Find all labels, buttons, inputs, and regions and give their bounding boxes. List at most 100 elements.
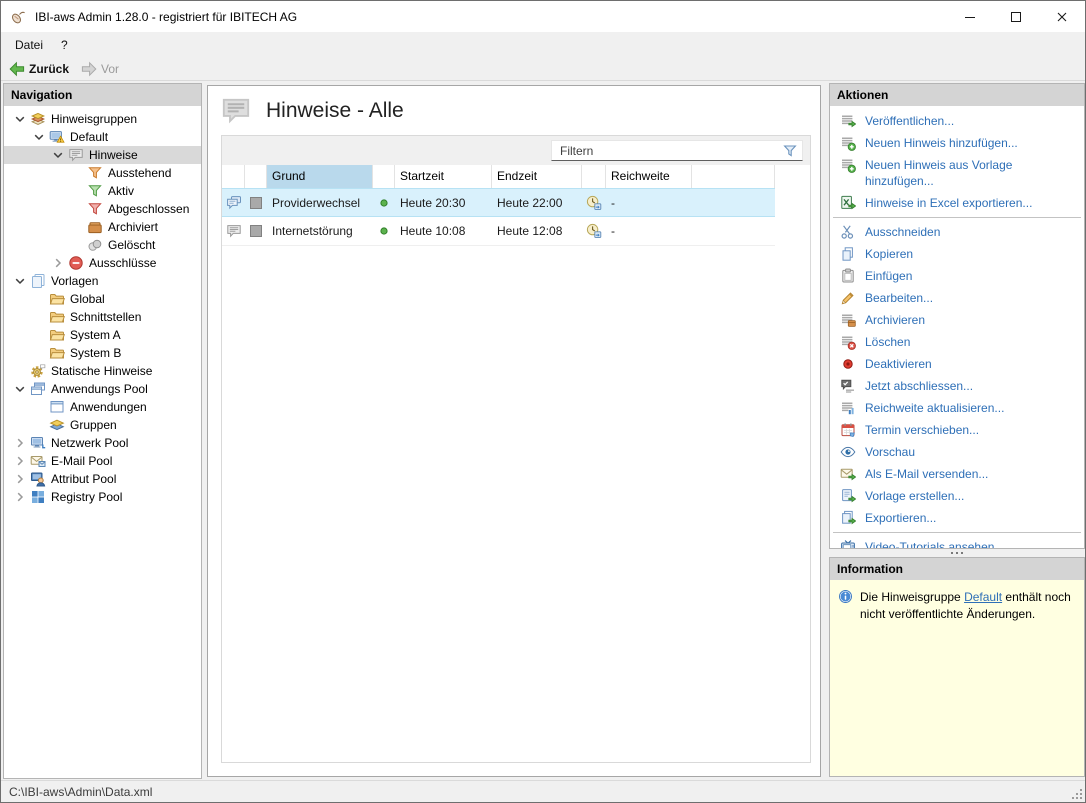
column-header-blank-1[interactable] bbox=[245, 165, 267, 188]
chevron-down-icon[interactable] bbox=[31, 129, 47, 145]
action-archivieren[interactable]: Archivieren bbox=[830, 309, 1084, 331]
column-header-blank-3[interactable] bbox=[373, 165, 395, 188]
action-deaktivieren[interactable]: Deaktivieren bbox=[830, 353, 1084, 375]
action-jetzt-abschliessen[interactable]: Jetzt abschliessen... bbox=[830, 375, 1084, 397]
workspace: Navigation HinweisgruppenDefaultHinweise… bbox=[1, 81, 1085, 780]
archive-box-icon bbox=[87, 219, 103, 235]
tree-item-statische-hinweise[interactable]: Statische Hinweise bbox=[4, 362, 201, 380]
column-header-startzeit[interactable]: Startzeit bbox=[395, 165, 492, 188]
tree-item-label: Vorlagen bbox=[51, 274, 98, 288]
resize-grip[interactable] bbox=[1070, 787, 1082, 799]
chevron-down-icon[interactable] bbox=[50, 147, 66, 163]
filter-funnel-icon[interactable] bbox=[782, 143, 798, 159]
chevron-right-icon[interactable] bbox=[12, 489, 28, 505]
information-panel: Information Die Hinweisgruppe Default en… bbox=[829, 557, 1085, 777]
column-header-grund[interactable]: Grund bbox=[267, 165, 373, 188]
tree-spacer bbox=[31, 309, 47, 325]
folder-icon bbox=[49, 309, 65, 325]
tree-item-schnittstellen[interactable]: Schnittstellen bbox=[4, 308, 201, 326]
tree-item-anwendungs-pool[interactable]: Anwendungs Pool bbox=[4, 380, 201, 398]
chevron-right-icon[interactable] bbox=[12, 453, 28, 469]
menu-help[interactable]: ? bbox=[52, 38, 77, 52]
folder-icon bbox=[49, 291, 65, 307]
action-neuen-hinweis-aus-vorlage-hinzuf-gen[interactable]: Neuen Hinweis aus Vorlage hinzufügen... bbox=[830, 154, 1084, 192]
action-ausschneiden[interactable]: Ausschneiden bbox=[830, 221, 1084, 243]
actions-list: Veröffentlichen...Neuen Hinweis hinzufüg… bbox=[830, 106, 1084, 548]
maximize-button[interactable] bbox=[993, 1, 1039, 32]
tree-item-gel-scht[interactable]: Gelöscht bbox=[4, 236, 201, 254]
action-kopieren[interactable]: Kopieren bbox=[830, 243, 1084, 265]
column-header-blank-6[interactable] bbox=[582, 165, 606, 188]
chevron-down-icon[interactable] bbox=[12, 273, 28, 289]
action-einf-gen[interactable]: Einfügen bbox=[830, 265, 1084, 287]
tree-item-global[interactable]: Global bbox=[4, 290, 201, 308]
tree-item-label: Registry Pool bbox=[51, 490, 122, 504]
panel-splitter[interactable] bbox=[829, 549, 1085, 557]
column-header-blank-8[interactable] bbox=[692, 165, 775, 188]
action-reichweite-aktualisieren[interactable]: Reichweite aktualisieren... bbox=[830, 397, 1084, 419]
chevron-right-icon[interactable] bbox=[12, 471, 28, 487]
navigation-panel: Navigation HinweisgruppenDefaultHinweise… bbox=[3, 83, 202, 779]
chevron-down-icon[interactable] bbox=[12, 381, 28, 397]
table-row-internetst-rung[interactable]: InternetstörungHeute 10:08Heute 12:08- bbox=[222, 217, 775, 246]
tree-item-ausschl-sse[interactable]: Ausschlüsse bbox=[4, 254, 201, 272]
column-header-blank-0[interactable] bbox=[222, 165, 245, 188]
tree-item-ausstehend[interactable]: Ausstehend bbox=[4, 164, 201, 182]
menu-datei[interactable]: Datei bbox=[6, 38, 52, 52]
tree-item-gruppen[interactable]: Gruppen bbox=[4, 416, 201, 434]
action-als-e-mail-versenden[interactable]: Als E-Mail versenden... bbox=[830, 463, 1084, 485]
tree-item-abgeschlossen[interactable]: Abgeschlossen bbox=[4, 200, 201, 218]
column-header-reichweite[interactable]: Reichweite bbox=[606, 165, 692, 188]
table-row-providerwechsel[interactable]: ProviderwechselHeute 20:30Heute 22:00- bbox=[222, 188, 775, 217]
tree-item-system-a[interactable]: System A bbox=[4, 326, 201, 344]
action-l-schen[interactable]: Löschen bbox=[830, 331, 1084, 353]
funnel-orange-icon bbox=[87, 165, 103, 181]
action-vorschau[interactable]: Vorschau bbox=[830, 441, 1084, 463]
close-button[interactable] bbox=[1039, 1, 1085, 32]
tree-item-default[interactable]: Default bbox=[4, 128, 201, 146]
tree-item-vorlagen[interactable]: Vorlagen bbox=[4, 272, 201, 290]
row-status-icon bbox=[373, 223, 395, 239]
chevron-down-icon[interactable] bbox=[12, 111, 28, 127]
tree-item-hinweisgruppen[interactable]: Hinweisgruppen bbox=[4, 110, 201, 128]
action-termin-verschieben[interactable]: Termin verschieben... bbox=[830, 419, 1084, 441]
action-label: Löschen bbox=[865, 334, 910, 350]
tree-spacer bbox=[69, 219, 85, 235]
email-send-icon bbox=[840, 466, 856, 482]
tree-item-system-b[interactable]: System B bbox=[4, 344, 201, 362]
default-group-link[interactable]: Default bbox=[964, 590, 1002, 604]
tree-item-label: Hinweisgruppen bbox=[51, 112, 137, 126]
filter-input[interactable] bbox=[552, 141, 802, 160]
tree-item-label: Global bbox=[70, 292, 105, 306]
right-column: Aktionen Veröffentlichen...Neuen Hinweis… bbox=[829, 83, 1085, 777]
action-ver-ffentlichen[interactable]: Veröffentlichen... bbox=[830, 110, 1084, 132]
tree-item-archiviert[interactable]: Archiviert bbox=[4, 218, 201, 236]
action-exportieren[interactable]: Exportieren... bbox=[830, 507, 1084, 529]
action-vorlage-erstellen[interactable]: Vorlage erstellen... bbox=[830, 485, 1084, 507]
chevron-right-icon[interactable] bbox=[50, 255, 66, 271]
action-label: Hinweise in Excel exportieren... bbox=[865, 195, 1032, 211]
netzwerk-pool-icon bbox=[30, 435, 46, 451]
action-video-tutorials-ansehen[interactable]: Video-Tutorials ansehen... bbox=[830, 536, 1084, 548]
tree-item-label: Ausstehend bbox=[108, 166, 171, 180]
action-label: Vorschau bbox=[865, 444, 915, 460]
status-path: C:\IBI-aws\Admin\Data.xml bbox=[9, 785, 152, 799]
tree-item-e-mail-pool[interactable]: E-Mail Pool bbox=[4, 452, 201, 470]
minimize-button[interactable] bbox=[947, 1, 993, 32]
tree-item-attribut-pool[interactable]: Attribut Pool bbox=[4, 470, 201, 488]
tree-item-hinweise[interactable]: Hinweise bbox=[4, 146, 201, 164]
folder-icon bbox=[49, 345, 65, 361]
back-button[interactable]: Zurück bbox=[3, 58, 75, 80]
tree-item-aktiv[interactable]: Aktiv bbox=[4, 182, 201, 200]
tree-item-anwendungen[interactable]: Anwendungen bbox=[4, 398, 201, 416]
video-tutorials-icon bbox=[840, 539, 856, 548]
tree-item-netzwerk-pool[interactable]: Netzwerk Pool bbox=[4, 434, 201, 452]
action-hinweise-in-excel-exportieren[interactable]: Hinweise in Excel exportieren... bbox=[830, 192, 1084, 214]
tree-item-registry-pool[interactable]: Registry Pool bbox=[4, 488, 201, 506]
chevron-right-icon[interactable] bbox=[12, 435, 28, 451]
tree-item-label: System A bbox=[70, 328, 121, 342]
action-bearbeiten[interactable]: Bearbeiten... bbox=[830, 287, 1084, 309]
action-neuen-hinweis-hinzuf-gen[interactable]: Neuen Hinweis hinzufügen... bbox=[830, 132, 1084, 154]
column-header-endzeit[interactable]: Endzeit bbox=[492, 165, 582, 188]
forward-button[interactable]: Vor bbox=[75, 58, 125, 80]
